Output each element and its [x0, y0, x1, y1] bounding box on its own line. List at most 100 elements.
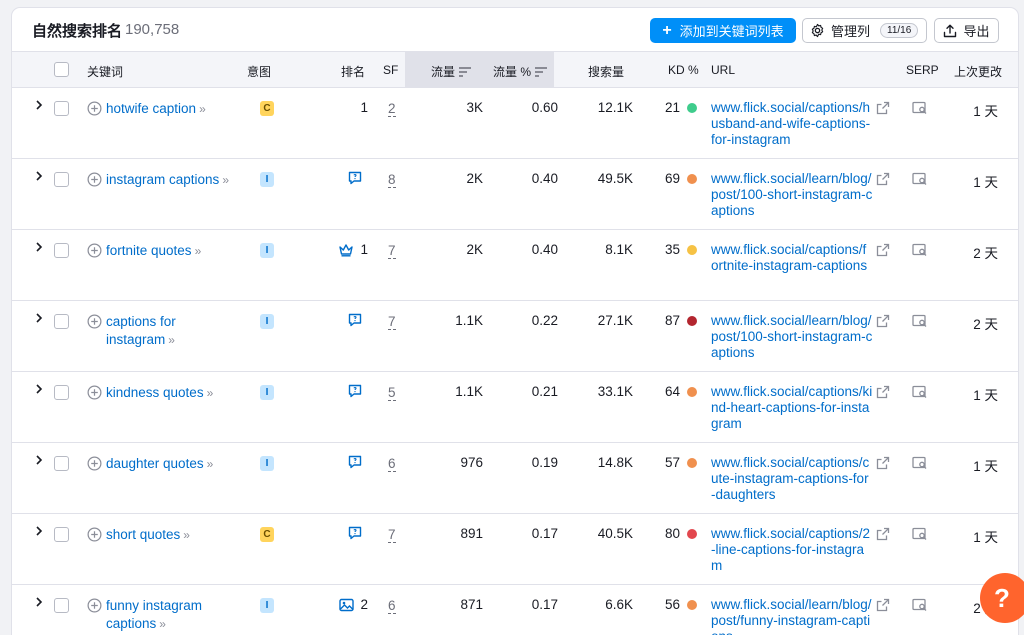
column-header-kd[interactable]: KD % — [668, 63, 699, 77]
external-link-icon[interactable] — [876, 456, 890, 470]
column-header-position[interactable]: 排名 — [341, 63, 365, 80]
serp-features-count[interactable]: 5 — [388, 385, 396, 401]
url-link[interactable]: www.flick.social/learn/blog/post/100-sho… — [711, 171, 873, 219]
keyword-link[interactable]: fortnite quotes» — [106, 242, 236, 260]
position-cell — [348, 455, 368, 469]
add-circle-icon[interactable] — [87, 456, 102, 471]
serp-features-count[interactable]: 2 — [388, 101, 396, 117]
column-header-serp[interactable]: SERP — [906, 63, 939, 77]
keyword-link[interactable]: daughter quotes» — [106, 455, 236, 473]
traffic-value: 2K — [466, 171, 483, 186]
add-circle-icon[interactable] — [87, 598, 102, 613]
serp-snapshot-icon[interactable] — [912, 385, 928, 399]
add-to-keyword-list-button[interactable]: + 添加到关键词列表 — [650, 18, 796, 43]
serp-features-count[interactable]: 8 — [388, 172, 396, 188]
export-button[interactable]: 导出 — [934, 18, 999, 43]
export-label: 导出 — [963, 24, 990, 39]
keyword-link[interactable]: hotwife caption» — [106, 100, 236, 118]
add-circle-icon[interactable] — [87, 101, 102, 116]
url-link[interactable]: www.flick.social/captions/kind-heart-cap… — [711, 384, 873, 432]
serp-snapshot-icon[interactable] — [912, 456, 928, 470]
row-checkbox[interactable] — [54, 101, 69, 116]
position-cell — [348, 171, 368, 185]
double-chevron-icon[interactable]: » — [195, 244, 202, 258]
row-checkbox[interactable] — [54, 456, 69, 471]
chevron-right-icon[interactable] — [34, 171, 44, 181]
column-header-keyword[interactable]: 关键词 — [87, 63, 123, 80]
double-chevron-icon[interactable]: » — [222, 173, 229, 187]
select-all-checkbox[interactable] — [54, 62, 69, 77]
keyword-link[interactable]: funny instagram captions» — [106, 597, 236, 633]
double-chevron-icon[interactable]: » — [207, 457, 214, 471]
keyword-link[interactable]: instagram captions» — [106, 171, 236, 189]
column-header-updated[interactable]: 上次更改 — [954, 63, 1002, 80]
traffic-pct-header-label: 流量 % — [493, 65, 532, 79]
add-circle-icon[interactable] — [87, 385, 102, 400]
external-link-icon[interactable] — [876, 101, 890, 115]
column-header-volume[interactable]: 搜索量 — [588, 63, 624, 80]
double-chevron-icon[interactable]: » — [168, 333, 175, 347]
url-link[interactable]: www.flick.social/learn/blog/post/funny-i… — [711, 597, 873, 635]
row-checkbox[interactable] — [54, 314, 69, 329]
external-link-icon[interactable] — [876, 385, 890, 399]
intent-badge: C — [260, 527, 274, 542]
chevron-right-icon[interactable] — [34, 384, 44, 394]
serp-features-count[interactable]: 7 — [388, 243, 396, 259]
traffic-pct-value: 0.40 — [531, 242, 558, 257]
intent-badge: I — [260, 172, 274, 187]
keyword-link[interactable]: captions for instagram» — [106, 313, 236, 349]
serp-snapshot-icon[interactable] — [912, 598, 928, 612]
double-chevron-icon[interactable]: » — [159, 617, 166, 631]
column-header-url[interactable]: URL — [711, 63, 735, 77]
serp-features-count[interactable]: 7 — [388, 314, 396, 330]
url-link[interactable]: www.flick.social/captions/2-line-caption… — [711, 526, 873, 574]
chevron-right-icon[interactable] — [34, 100, 44, 110]
serp-features-count[interactable]: 7 — [388, 527, 396, 543]
add-circle-icon[interactable] — [87, 243, 102, 258]
serp-snapshot-icon[interactable] — [912, 101, 928, 115]
keyword-link[interactable]: short quotes» — [106, 526, 236, 544]
chevron-right-icon[interactable] — [34, 455, 44, 465]
add-circle-icon[interactable] — [87, 172, 102, 187]
chevron-right-icon[interactable] — [34, 597, 44, 607]
double-chevron-icon[interactable]: » — [199, 102, 206, 116]
serp-snapshot-icon[interactable] — [912, 314, 928, 328]
row-checkbox[interactable] — [54, 385, 69, 400]
intent-badge: I — [260, 243, 274, 258]
chat-icon — [348, 171, 362, 185]
manage-columns-button[interactable]: 管理列 11/16 — [802, 18, 927, 43]
row-checkbox[interactable] — [54, 243, 69, 258]
url-link[interactable]: www.flick.social/captions/husband-and-wi… — [711, 100, 873, 148]
url-link[interactable]: www.flick.social/learn/blog/post/100-sho… — [711, 313, 873, 361]
url-link[interactable]: www.flick.social/captions/cute-instagram… — [711, 455, 873, 503]
double-chevron-icon[interactable]: » — [207, 386, 214, 400]
external-link-icon[interactable] — [876, 172, 890, 186]
chevron-right-icon[interactable] — [34, 526, 44, 536]
external-link-icon[interactable] — [876, 314, 890, 328]
row-checkbox[interactable] — [54, 527, 69, 542]
url-link[interactable]: www.flick.social/captions/fortnite-insta… — [711, 242, 873, 274]
row-checkbox[interactable] — [54, 172, 69, 187]
add-circle-icon[interactable] — [87, 527, 102, 542]
serp-snapshot-icon[interactable] — [912, 527, 928, 541]
help-button[interactable]: ? — [980, 573, 1024, 623]
serp-features-count[interactable]: 6 — [388, 456, 396, 472]
external-link-icon[interactable] — [876, 598, 890, 612]
serp-snapshot-icon[interactable] — [912, 243, 928, 257]
serp-snapshot-icon[interactable] — [912, 172, 928, 186]
add-circle-icon[interactable] — [87, 314, 102, 329]
serp-features-count[interactable]: 6 — [388, 598, 396, 614]
column-header-traffic[interactable]: 流量 — [431, 63, 472, 80]
column-header-traffic-pct[interactable]: 流量 % — [493, 63, 548, 80]
external-link-icon[interactable] — [876, 527, 890, 541]
double-chevron-icon[interactable]: » — [183, 528, 190, 542]
result-count: 190,758 — [125, 21, 180, 38]
column-header-sf[interactable]: SF — [383, 63, 398, 77]
external-link-icon[interactable] — [876, 243, 890, 257]
column-header-intent[interactable]: 意图 — [247, 63, 271, 80]
position-cell: 2 — [339, 597, 368, 612]
chevron-right-icon[interactable] — [34, 313, 44, 323]
chevron-right-icon[interactable] — [34, 242, 44, 252]
row-checkbox[interactable] — [54, 598, 69, 613]
keyword-link[interactable]: kindness quotes» — [106, 384, 236, 402]
